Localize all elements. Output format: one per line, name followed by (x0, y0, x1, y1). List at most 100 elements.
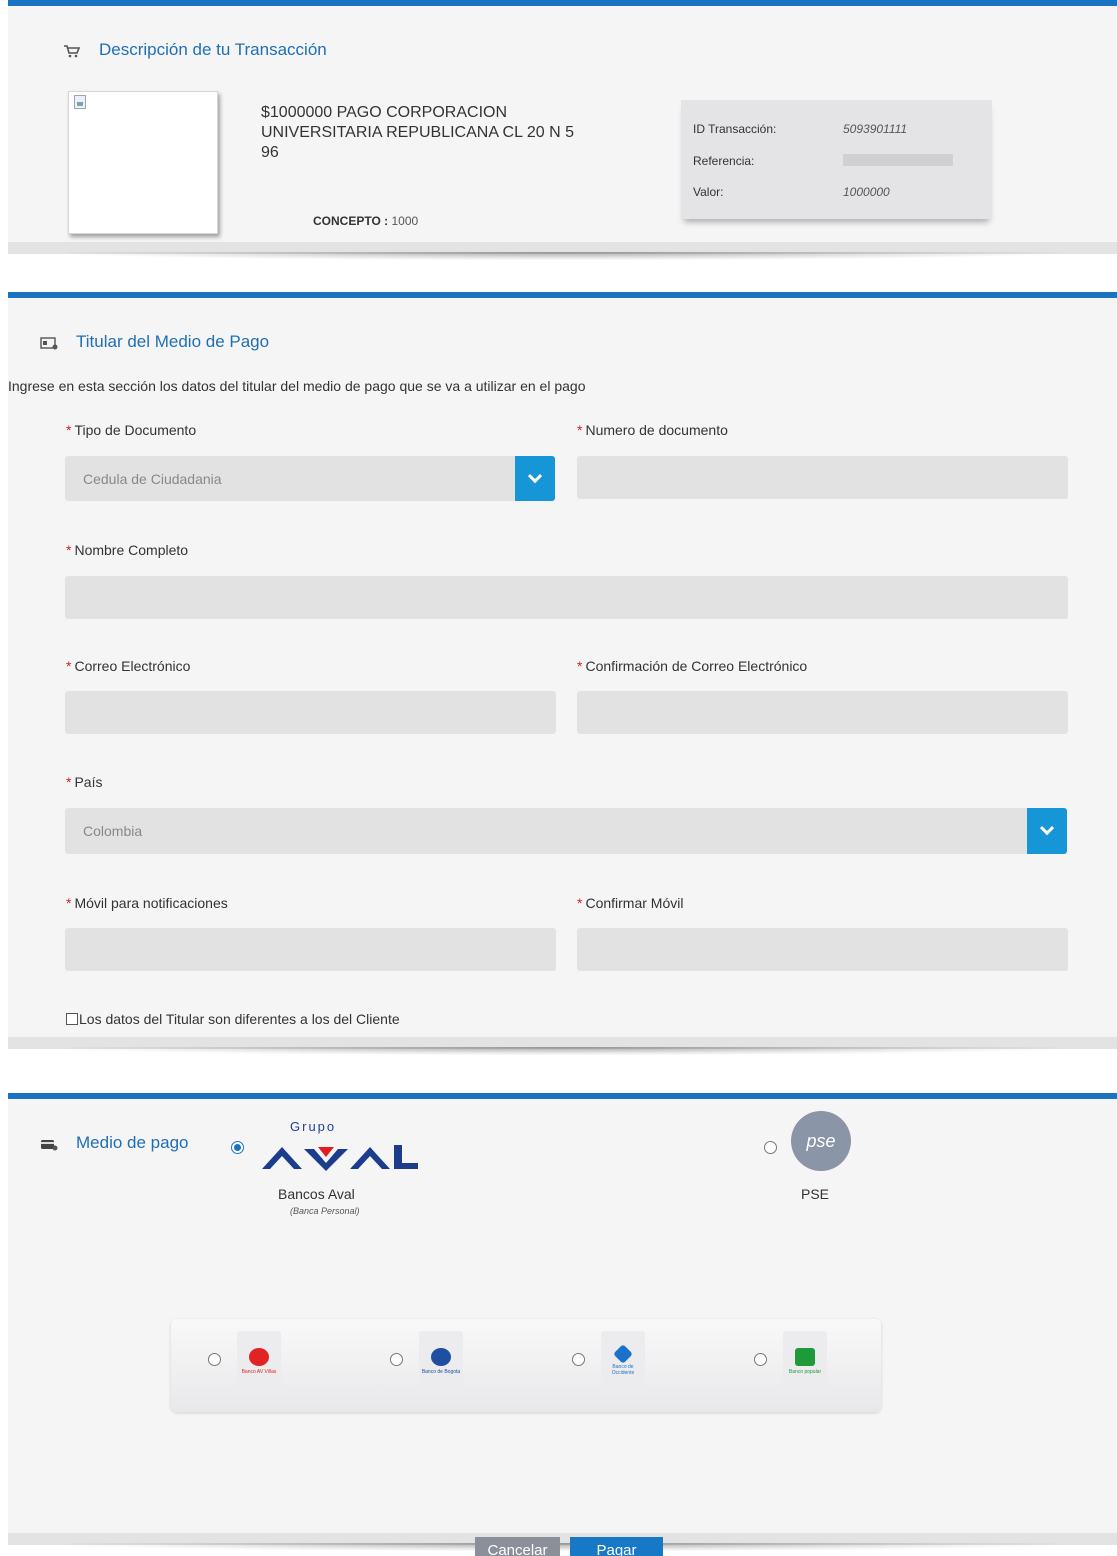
transaction-id-value: 5093901111 (843, 122, 908, 136)
pay-button[interactable]: Pagar (570, 1537, 663, 1556)
email-confirm-label: * Confirmación de Correo Electrónico (577, 658, 807, 674)
doc-number-input[interactable] (577, 456, 1068, 499)
email-label: * Correo Electrónico (66, 658, 190, 674)
doc-type-label: * Tipo de Documento (66, 422, 196, 438)
merchant-image (68, 91, 218, 234)
doc-type-value: Cedula de Ciudadania (83, 470, 222, 487)
bank-radio-occidente[interactable] (572, 1353, 585, 1366)
cancel-button[interactable]: Cancelar (475, 1537, 560, 1556)
bank-logo-popular[interactable]: Banco popular (783, 1331, 827, 1391)
mobile-label: * Móvil para notificaciones (66, 895, 228, 911)
bogota-logo-icon (431, 1347, 451, 1366)
pse-radio[interactable] (764, 1141, 777, 1154)
panel-shadow (8, 1533, 1117, 1551)
required-mark: * (66, 422, 72, 438)
bank-radio-popular[interactable] (754, 1353, 767, 1366)
payment-title-text: Medio de pago (76, 1133, 189, 1152)
mobile-input[interactable] (65, 928, 556, 971)
bank-logo-av-villas[interactable]: Banco AV Villas (237, 1331, 281, 1391)
email-confirm-label-text: Confirmación de Correo Electrónico (585, 658, 808, 674)
transaction-id-row: ID Transacción: 5093901111 (693, 122, 907, 136)
holder-panel: Titular del Medio de Pago Ingrese en est… (8, 292, 1117, 1037)
value-row: Valor: 1000000 (693, 185, 890, 199)
reference-label: Referencia: (693, 154, 755, 168)
bank-logo-bogota[interactable]: Banco de Bogota (419, 1331, 463, 1391)
country-label: * País (66, 774, 102, 790)
grupo-aval-logo[interactable]: Grupo (260, 1119, 420, 1174)
transaction-panel: Descripción de tu Transacción $1000000 P… (8, 0, 1117, 242)
transaction-description: $1000000 PAGO CORPORACION UNIVERSITARIA … (261, 104, 574, 161)
required-mark: * (66, 542, 72, 558)
doc-type-select[interactable]: Cedula de Ciudadania (65, 456, 555, 501)
bank-name: Banco de Occidente (611, 1363, 635, 1376)
different-holder-checkbox[interactable] (66, 1013, 78, 1025)
aval-radio[interactable] (231, 1141, 244, 1154)
reference-row: Referencia: (693, 154, 953, 168)
email-confirm-input[interactable] (577, 691, 1068, 734)
country-select[interactable]: Colombia (65, 808, 1067, 854)
aval-caption: Bancos Aval (278, 1186, 355, 1202)
av-villas-logo-icon (249, 1347, 269, 1366)
bank-name: Banco de Bogota (421, 1368, 461, 1375)
value-label: Valor: (693, 185, 724, 199)
occidente-logo-icon (613, 1343, 633, 1364)
bank-selector: Banco AV Villas Banco de Bogota Banco de… (171, 1319, 881, 1412)
reference-value-redacted (843, 154, 953, 166)
transaction-title-text: Descripción de tu Transacción (99, 40, 327, 59)
country-value: Colombia (83, 823, 143, 839)
bank-radio-bogota[interactable] (390, 1353, 403, 1366)
full-name-input[interactable] (65, 576, 1068, 619)
chevron-down-icon (527, 468, 543, 483)
pse-logo-text: pse (806, 1130, 836, 1151)
popular-logo-icon (795, 1347, 815, 1366)
different-holder-label: Los datos del Titular son diferentes a l… (79, 1011, 400, 1027)
wallet-icon (40, 1136, 58, 1151)
email-input[interactable] (65, 691, 556, 734)
id-card-icon (40, 335, 58, 350)
doc-type-label-text: Tipo de Documento (74, 422, 197, 438)
mobile-confirm-input[interactable] (577, 928, 1068, 971)
email-label-text: Correo Electrónico (74, 658, 191, 674)
bank-name: Banco AV Villas (241, 1368, 277, 1375)
mobile-label-text: Móvil para notificaciones (74, 895, 228, 911)
different-holder-option[interactable]: Los datos del Titular son diferentes a l… (66, 1011, 400, 1027)
holder-title: Titular del Medio de Pago (40, 332, 269, 352)
pse-caption: PSE (801, 1186, 830, 1202)
panel-shadow (8, 242, 1117, 260)
aval-subcaption: (Banca Personal) (290, 1206, 360, 1216)
required-mark: * (66, 658, 72, 674)
required-mark: * (66, 895, 72, 911)
required-mark: * (66, 774, 72, 790)
required-mark: * (577, 658, 583, 674)
bank-logo-occidente[interactable]: Banco de Occidente (601, 1331, 645, 1391)
payment-panel: Medio de pago Grupo Bancos Aval (Banca P… (8, 1093, 1117, 1533)
bank-radio-av-villas[interactable] (208, 1353, 221, 1366)
transaction-title: Descripción de tu Transacción (63, 40, 327, 60)
aval-logo-mark (262, 1145, 418, 1171)
mobile-confirm-label: * Confirmar Móvil (577, 895, 683, 911)
full-name-label-text: Nombre Completo (74, 542, 189, 558)
value-amount: 1000000 (843, 185, 890, 199)
mobile-confirm-label-text: Confirmar Móvil (585, 895, 684, 911)
aval-group-text: Grupo (290, 1119, 337, 1134)
chevron-down-icon (1039, 821, 1055, 836)
concept: CONCEPTO : 1000 (313, 214, 418, 228)
transaction-summary: ID Transacción: 5093901111 Referencia: V… (681, 100, 992, 219)
doc-number-label-text: Numero de documento (585, 422, 728, 438)
concept-label: CONCEPTO : (313, 214, 389, 228)
holder-intro: Ingrese en esta sección los datos del ti… (8, 378, 586, 394)
holder-title-text: Titular del Medio de Pago (76, 332, 270, 351)
panel-shadow (8, 1037, 1117, 1055)
required-mark: * (577, 422, 583, 438)
doc-number-label: * Numero de documento (577, 422, 728, 438)
country-dropdown-button[interactable] (1027, 808, 1067, 854)
broken-image-icon (74, 95, 86, 109)
concept-value: 1000 (391, 214, 419, 228)
pse-logo[interactable]: pse (791, 1111, 851, 1171)
doc-type-dropdown-button[interactable] (515, 456, 555, 501)
full-name-label: * Nombre Completo (66, 542, 188, 558)
cart-icon (63, 43, 81, 58)
country-label-text: País (74, 774, 103, 790)
bank-name: Banco popular (788, 1368, 822, 1375)
payment-title: Medio de pago (40, 1133, 188, 1153)
